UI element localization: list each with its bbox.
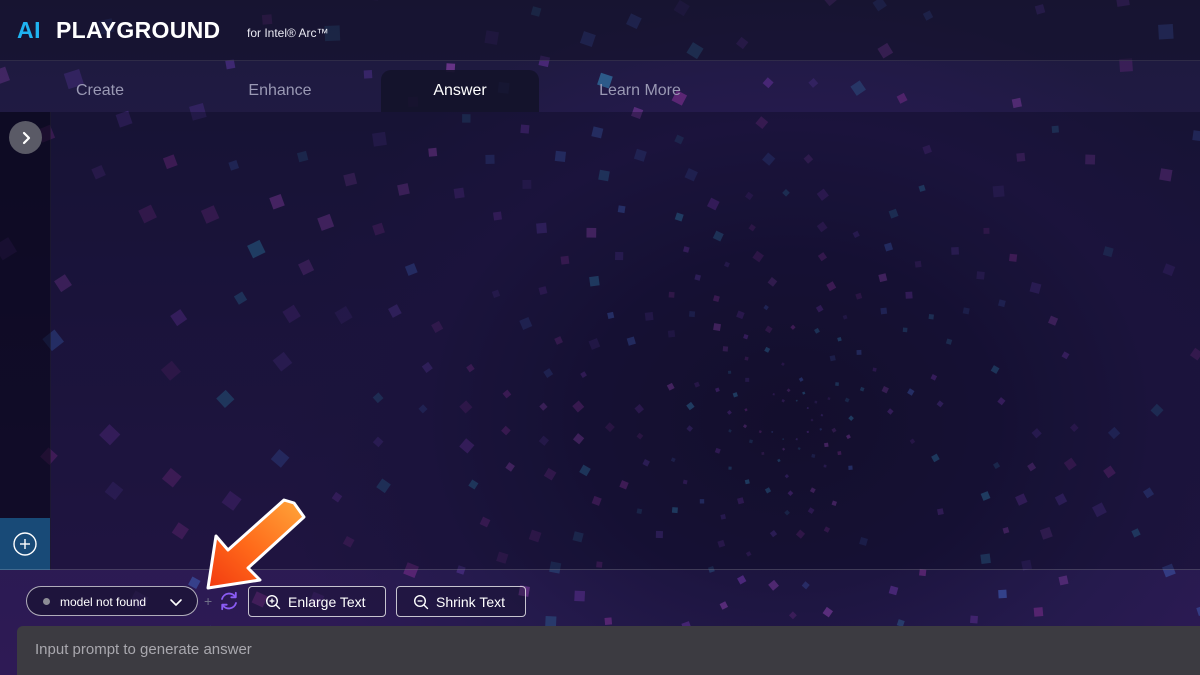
background-square: [998, 589, 1007, 599]
tab-answer[interactable]: Answer: [381, 70, 539, 112]
sidebar-toggle-button[interactable]: [9, 121, 42, 154]
annotation-arrow-icon: [206, 498, 306, 590]
main-tabs: Create Enhance Answer Learn More: [0, 70, 1200, 112]
background-square: [822, 606, 834, 618]
shrink-text-label: Shrink Text: [436, 593, 505, 610]
enlarge-text-label: Enlarge Text: [288, 593, 366, 610]
tab-learn-more[interactable]: Learn More: [565, 70, 715, 112]
prompt-input[interactable]: [17, 626, 1200, 675]
background-square: [970, 615, 978, 624]
app-window: AI PLAYGROUND for Intel® Arc™ Create Enh…: [0, 0, 1200, 675]
background-square: [1033, 607, 1044, 617]
panel-divider: [0, 569, 1200, 570]
background-square: [801, 581, 810, 590]
model-status-dot: [43, 598, 50, 605]
background-square: [788, 611, 797, 620]
background-square: [604, 617, 613, 626]
plus-separator: +: [204, 593, 213, 609]
new-conversation-button[interactable]: [0, 518, 50, 570]
logo-ai: AI: [17, 17, 41, 43]
background-square: [737, 575, 747, 585]
chevron-down-icon: [170, 599, 182, 606]
zoom-out-icon: [413, 594, 429, 609]
app-header: AI PLAYGROUND for Intel® Arc™: [0, 0, 1200, 61]
logo-playground: PLAYGROUND: [56, 17, 221, 43]
refresh-icon[interactable]: [218, 590, 240, 612]
background-square: [768, 579, 779, 591]
model-select[interactable]: model not found: [26, 586, 198, 616]
model-select-value: model not found: [60, 595, 147, 609]
tab-create[interactable]: Create: [30, 70, 170, 112]
background-square: [574, 590, 586, 602]
background-square: [888, 585, 899, 596]
background-square: [1196, 605, 1200, 616]
logo-subtitle: for Intel® Arc™: [247, 26, 329, 40]
zoom-in-icon: [265, 594, 281, 609]
history-sidebar: [0, 112, 51, 570]
background-square: [719, 601, 729, 610]
background-square: [1058, 575, 1069, 586]
plus-circle-icon: [13, 532, 37, 556]
answer-output-panel: [0, 112, 1200, 570]
chevron-right-icon: [22, 131, 30, 144]
shrink-text-button[interactable]: Shrink Text: [396, 586, 526, 617]
tab-enhance[interactable]: Enhance: [200, 70, 360, 112]
